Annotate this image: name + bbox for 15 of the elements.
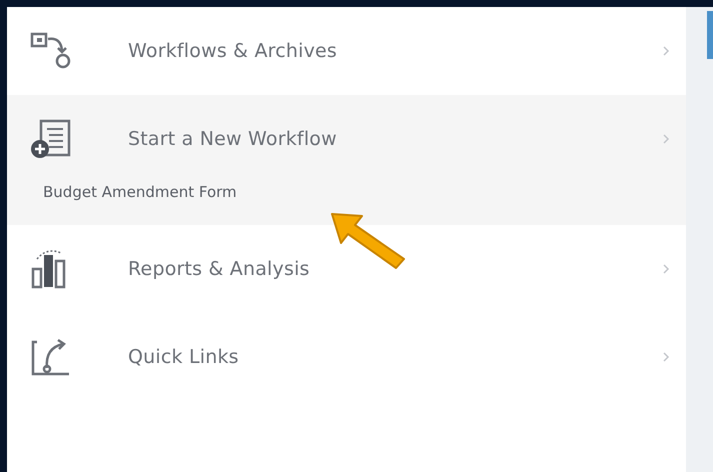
chevron-icon bbox=[662, 351, 670, 363]
submenu-item[interactable]: Budget Amendment Form bbox=[7, 183, 237, 211]
menu-item[interactable]: Workflows & Archives bbox=[7, 7, 686, 95]
menu-item-label: Quick Links bbox=[128, 346, 240, 368]
menu-item[interactable]: Reports & Analysis bbox=[7, 225, 686, 313]
chevron-icon bbox=[662, 263, 670, 275]
menu-item-label: Reports & Analysis bbox=[128, 258, 311, 280]
link-curve-icon bbox=[29, 336, 71, 378]
accent-bar bbox=[707, 11, 713, 59]
menu-item-label: Start a New Workflow bbox=[128, 128, 338, 150]
menu-item[interactable]: Start a New Workflow bbox=[7, 95, 686, 183]
menu-item[interactable]: Quick Links bbox=[7, 313, 686, 401]
menu-item-label: Workflows & Archives bbox=[128, 40, 338, 62]
chevron-icon bbox=[662, 45, 670, 57]
chevron-icon bbox=[662, 133, 670, 145]
